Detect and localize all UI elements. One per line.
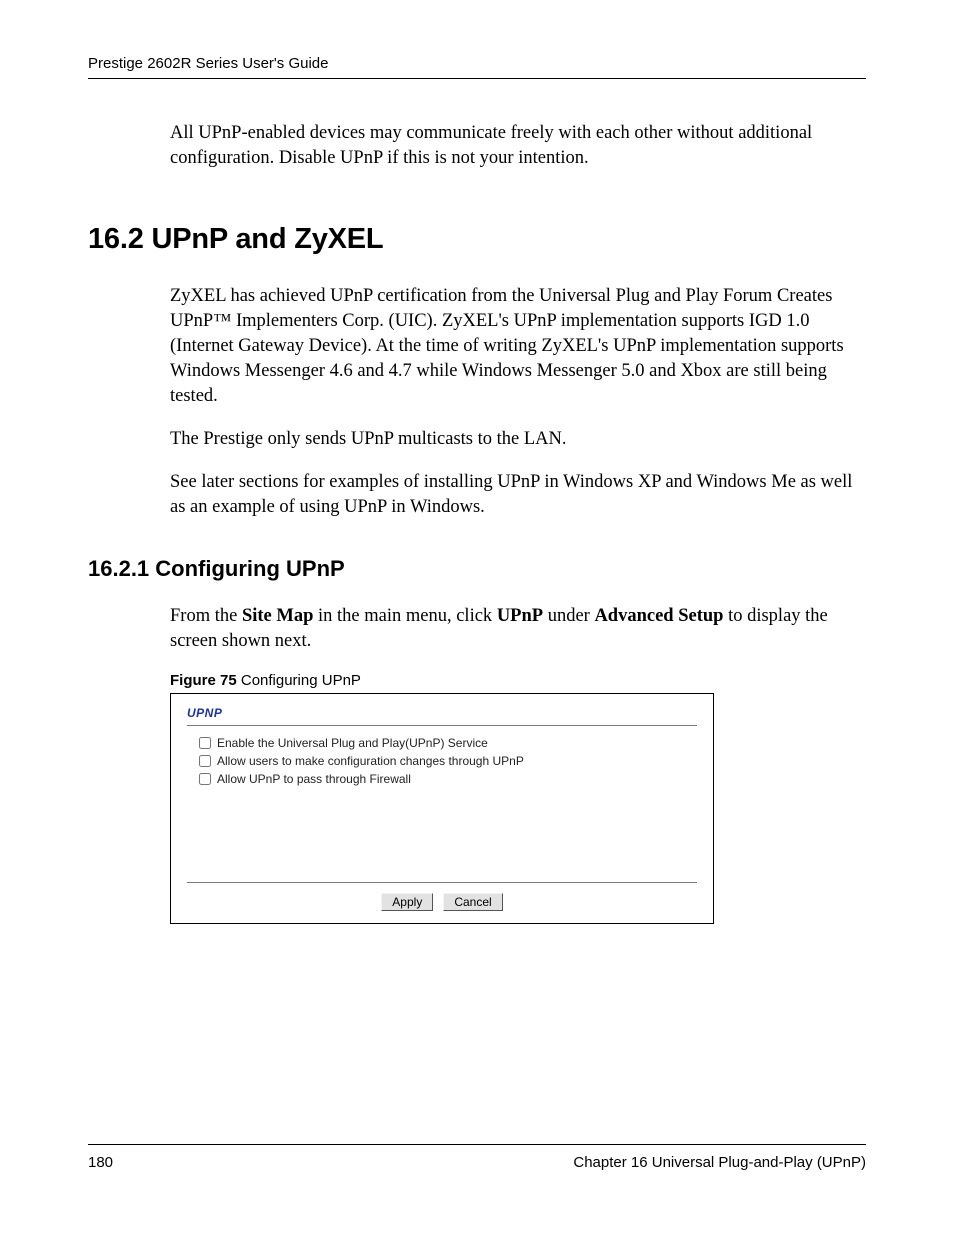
section-16-2-1-heading: 16.2.1 Configuring UPnP xyxy=(88,556,866,582)
figure-caption: Figure 75 Configuring UPnP xyxy=(170,672,856,689)
upnp-panel-title: UPNP xyxy=(187,706,697,720)
checkbox-enable-upnp[interactable] xyxy=(199,737,211,749)
page-number: 180 xyxy=(88,1154,113,1171)
section-16-2-para1: ZyXEL has achieved UPnP certification fr… xyxy=(170,284,856,409)
checkbox-label: Allow UPnP to pass through Firewall xyxy=(217,772,411,786)
section-16-2-1-para: From the Site Map in the main menu, clic… xyxy=(170,604,856,654)
button-row: Apply Cancel xyxy=(171,882,713,911)
section-16-2-para3: See later sections for examples of insta… xyxy=(170,470,856,520)
figure-screenshot: UPNP Enable the Universal Plug and Play(… xyxy=(170,693,714,924)
checkbox-label: Allow users to make configuration change… xyxy=(217,754,524,768)
checkbox-row-enable-upnp: Enable the Universal Plug and Play(UPnP)… xyxy=(187,736,697,750)
apply-button[interactable]: Apply xyxy=(381,893,433,911)
sitemap-term: Site Map xyxy=(242,606,313,626)
divider xyxy=(187,725,697,726)
checkbox-row-pass-firewall: Allow UPnP to pass through Firewall xyxy=(187,772,697,786)
section-16-2-para2: The Prestige only sends UPnP multicasts … xyxy=(170,427,856,452)
upnp-term: UPnP xyxy=(497,606,543,626)
text-fragment: From the xyxy=(170,606,242,626)
divider xyxy=(187,882,697,883)
checkbox-pass-firewall[interactable] xyxy=(199,773,211,785)
advanced-setup-term: Advanced Setup xyxy=(594,606,723,626)
text-fragment: in the main menu, click xyxy=(313,606,496,626)
checkbox-allow-config[interactable] xyxy=(199,755,211,767)
running-header: Prestige 2602R Series User's Guide xyxy=(88,55,866,79)
section-16-2-heading: 16.2 UPnP and ZyXEL xyxy=(88,223,866,256)
chapter-label: Chapter 16 Universal Plug-and-Play (UPnP… xyxy=(573,1154,866,1171)
text-fragment: under xyxy=(543,606,594,626)
page-footer: 180 Chapter 16 Universal Plug-and-Play (… xyxy=(88,1144,866,1171)
checkbox-row-allow-config: Allow users to make configuration change… xyxy=(187,754,697,768)
figure-title: Configuring UPnP xyxy=(237,672,361,689)
figure-number: Figure 75 xyxy=(170,672,237,689)
cancel-button[interactable]: Cancel xyxy=(443,893,502,911)
intro-paragraph: All UPnP-enabled devices may communicate… xyxy=(170,121,856,171)
checkbox-label: Enable the Universal Plug and Play(UPnP)… xyxy=(217,736,488,750)
